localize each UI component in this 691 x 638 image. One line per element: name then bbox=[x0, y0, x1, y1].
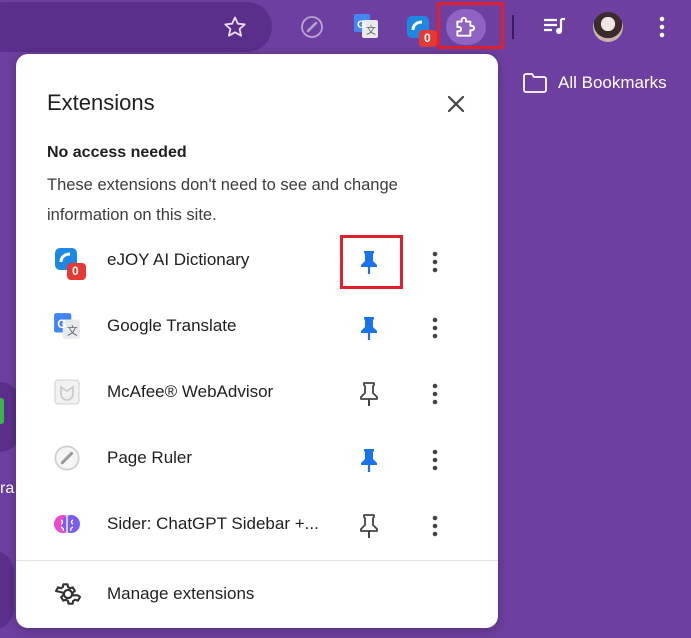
more-options-button[interactable] bbox=[422, 379, 448, 409]
svg-text:文: 文 bbox=[366, 24, 376, 37]
pin-button[interactable] bbox=[354, 313, 384, 343]
extension-name: eJOY AI Dictionary bbox=[107, 250, 250, 269]
pin-button-highlight bbox=[340, 235, 403, 289]
toolbar-divider bbox=[512, 15, 514, 39]
close-icon bbox=[447, 95, 465, 113]
star-icon[interactable] bbox=[220, 12, 250, 42]
svg-text:G: G bbox=[357, 19, 366, 31]
extension-name: Sider: ChatGPT Sidebar +... bbox=[107, 514, 319, 533]
more-vert-icon bbox=[432, 449, 438, 471]
popup-title: Extensions bbox=[47, 90, 155, 115]
sider-brain-icon bbox=[53, 510, 83, 542]
pin-button[interactable] bbox=[354, 445, 384, 475]
more-vert-icon bbox=[432, 515, 438, 537]
pin-filled-icon bbox=[361, 317, 377, 340]
manage-extensions-button[interactable]: Manage extensions bbox=[16, 564, 498, 624]
extensions-popup: Extensions No access needed These extens… bbox=[16, 54, 498, 628]
pin-filled-icon bbox=[361, 449, 377, 472]
manage-extensions-label: Manage extensions bbox=[107, 584, 255, 603]
extension-row-page-ruler[interactable]: Page Ruler bbox=[16, 430, 498, 490]
more-options-button[interactable] bbox=[422, 313, 448, 343]
pin-outline-icon bbox=[360, 514, 378, 538]
ejoy-badge: 0 bbox=[424, 31, 431, 45]
extension-row-mcafee[interactable]: McAfee® WebAdvisor bbox=[16, 364, 498, 424]
extensions-button-highlight bbox=[437, 2, 504, 49]
avatar[interactable] bbox=[593, 12, 623, 42]
more-options-button[interactable] bbox=[422, 511, 448, 541]
more-vert-icon bbox=[432, 383, 438, 405]
page-background-green bbox=[0, 398, 4, 424]
page-ruler-icon[interactable] bbox=[298, 13, 326, 41]
google-translate-icon[interactable]: G文 bbox=[352, 12, 380, 40]
more-options-button[interactable] bbox=[422, 247, 448, 277]
more-vert-icon bbox=[432, 317, 438, 339]
pin-button[interactable] bbox=[354, 511, 384, 541]
page-background-shape bbox=[0, 550, 14, 630]
close-button[interactable] bbox=[442, 90, 470, 118]
extension-row-ejoy[interactable]: 0 eJOY AI Dictionary bbox=[16, 232, 498, 292]
more-vert-icon bbox=[432, 251, 438, 273]
google-translate-icon: G文 bbox=[53, 312, 83, 344]
more-options-button[interactable] bbox=[422, 445, 448, 475]
extension-row-sider[interactable]: Sider: ChatGPT Sidebar +... bbox=[16, 496, 498, 556]
folder-icon bbox=[523, 73, 547, 93]
svg-text:文: 文 bbox=[67, 325, 78, 338]
section-description: These extensions don't need to see and c… bbox=[47, 176, 398, 224]
all-bookmarks-label: All Bookmarks bbox=[558, 73, 667, 92]
extension-row-google-translate[interactable]: G文 Google Translate bbox=[16, 298, 498, 358]
extension-name: Google Translate bbox=[107, 316, 237, 335]
ejoy-icon: 0 bbox=[53, 246, 86, 280]
svg-text:G: G bbox=[57, 317, 66, 331]
extension-name: Page Ruler bbox=[107, 448, 193, 467]
page-background-text: ra bbox=[0, 480, 15, 497]
mcafee-icon bbox=[53, 378, 83, 410]
more-vert-icon[interactable] bbox=[648, 12, 676, 42]
browser-toolbar: G文 0 bbox=[0, 0, 691, 54]
section-title: No access needed bbox=[47, 144, 187, 161]
extension-name: McAfee® WebAdvisor bbox=[107, 382, 274, 401]
ejoy-badge: 0 bbox=[72, 264, 79, 278]
pin-outline-icon bbox=[360, 382, 378, 406]
all-bookmarks-button[interactable]: All Bookmarks bbox=[522, 70, 667, 96]
divider bbox=[16, 560, 498, 561]
pin-button[interactable] bbox=[354, 379, 384, 409]
media-queue-icon[interactable] bbox=[540, 12, 570, 42]
ejoy-icon[interactable]: 0 bbox=[405, 12, 439, 48]
gear-icon bbox=[54, 580, 82, 608]
page-ruler-icon bbox=[53, 444, 83, 476]
